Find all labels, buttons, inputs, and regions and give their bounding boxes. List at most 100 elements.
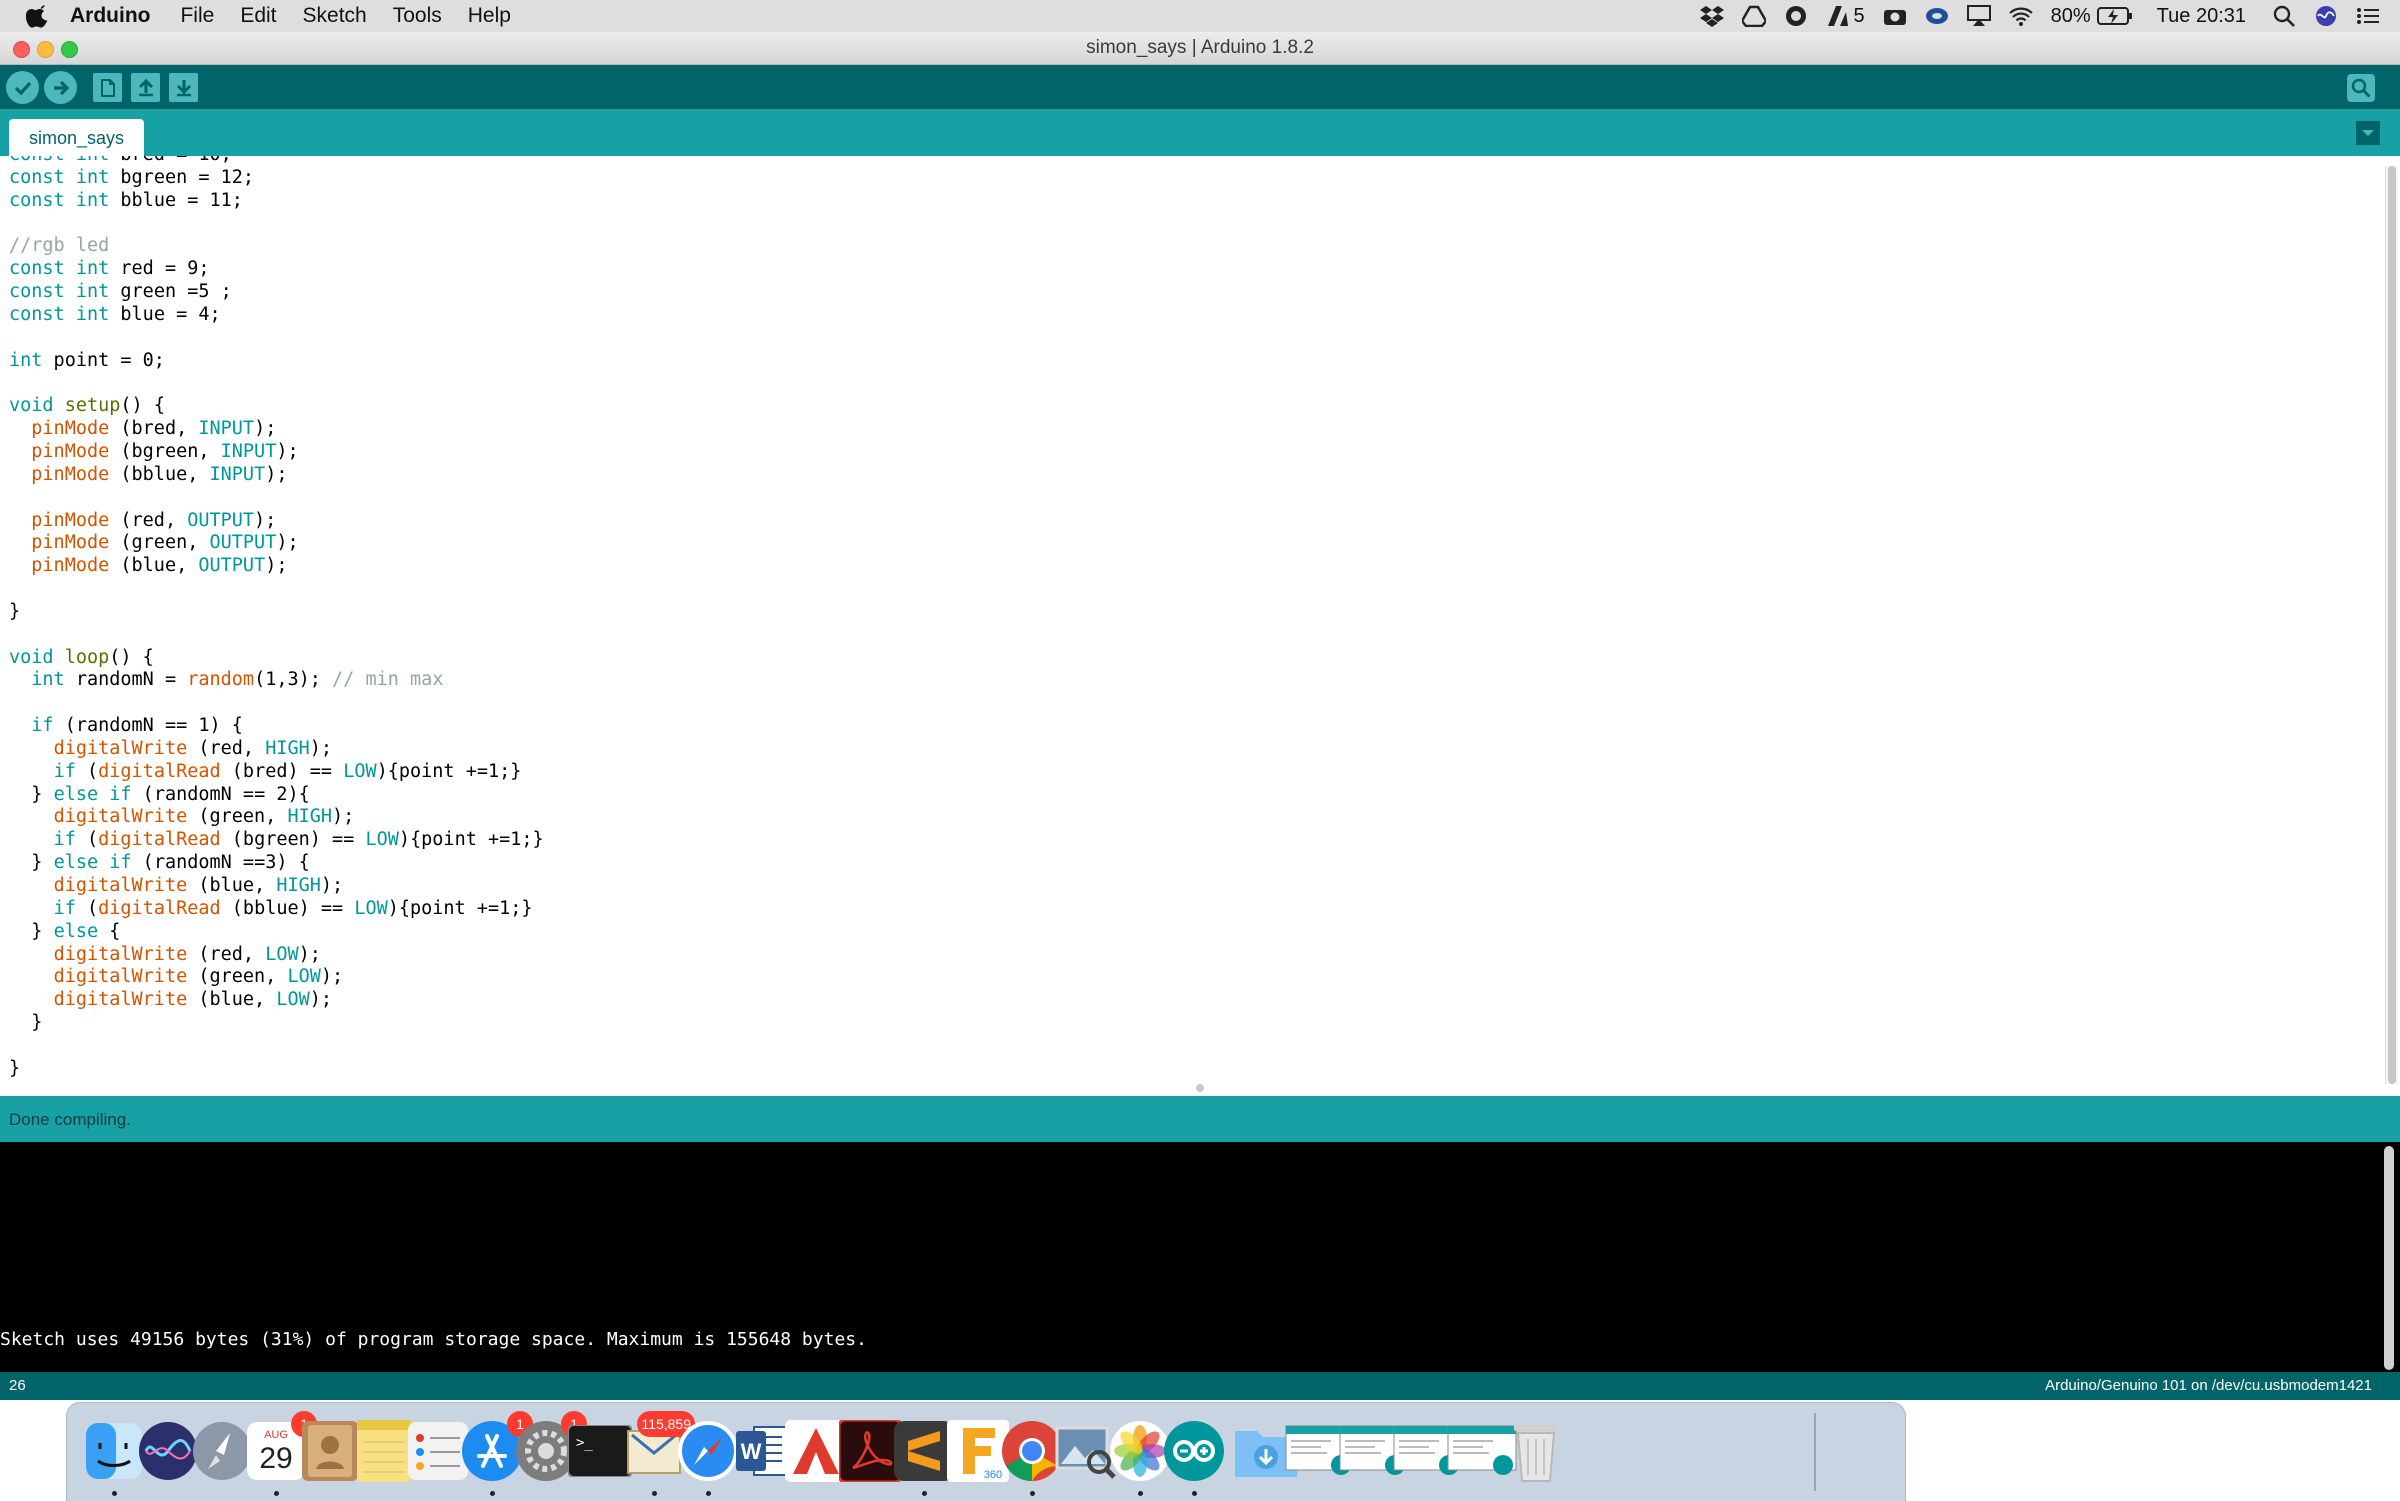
vpn-icon[interactable] xyxy=(1925,5,1949,27)
notification-center-icon[interactable] xyxy=(2356,5,2380,27)
svg-text:W: W xyxy=(741,1439,762,1464)
battery-status[interactable]: 80% xyxy=(2051,5,2133,28)
status-message: Done compiling. xyxy=(0,1096,2400,1142)
menu-bar: Arduino File Edit Sketch Tools Help 5 80… xyxy=(0,0,2400,32)
upload-button[interactable] xyxy=(44,71,77,104)
screen-record-icon[interactable] xyxy=(1784,5,1808,27)
serial-monitor-button[interactable] xyxy=(2346,73,2376,103)
code-line[interactable]: } else if (randomN == 2){ xyxy=(9,784,544,807)
menu-sketch[interactable]: Sketch xyxy=(303,4,367,28)
code-line[interactable]: if (digitalRead (bred) == LOW){point +=1… xyxy=(9,761,544,784)
board-port-info: Arduino/Genuino 101 on /dev/cu.usbmodem1… xyxy=(2045,1377,2372,1394)
open-arrow-icon xyxy=(138,78,153,96)
adobe-cc-icon xyxy=(1827,6,1848,26)
line-number: 26 xyxy=(9,1377,26,1394)
wifi-icon[interactable] xyxy=(2008,5,2033,27)
code-line[interactable]: pinMode (red, OUTPUT); xyxy=(9,510,544,533)
code-line[interactable] xyxy=(9,578,544,601)
siri-status-icon[interactable] xyxy=(2314,5,2338,27)
editor-scrollbar-thumb[interactable] xyxy=(2388,166,2396,1084)
editor-scrollbar[interactable] xyxy=(2385,166,2398,1084)
code-line[interactable]: if (digitalRead (bgreen) == LOW){point +… xyxy=(9,829,544,852)
save-sketch-button[interactable] xyxy=(169,73,198,102)
code-line[interactable] xyxy=(9,213,544,236)
code-line[interactable]: const int bblue = 11; xyxy=(9,190,544,213)
code-line[interactable]: } else { xyxy=(9,921,544,944)
code-line[interactable]: if (randomN == 1) { xyxy=(9,715,544,738)
arduino-dock-item[interactable] xyxy=(1159,1416,1229,1486)
code-line[interactable]: pinMode (bred, INPUT); xyxy=(9,418,544,441)
battery-charging-icon xyxy=(2096,7,2132,25)
code-line[interactable]: pinMode (bblue, INPUT); xyxy=(9,464,544,487)
code-line[interactable] xyxy=(9,327,544,350)
dropbox-icon[interactable] xyxy=(1699,5,1724,27)
code-line[interactable]: digitalWrite (green, HIGH); xyxy=(9,806,544,829)
magnifier-icon xyxy=(2347,74,2375,102)
code-line[interactable]: const int red = 9; xyxy=(9,258,544,281)
dock: AUG29111>_115,859W360 xyxy=(66,1402,1906,1501)
upload-icon xyxy=(53,80,69,95)
running-indicator xyxy=(112,1491,117,1496)
code-line[interactable]: int point = 0; xyxy=(9,350,544,373)
trash-dock-item[interactable] xyxy=(1501,1416,1571,1486)
apple-icon[interactable] xyxy=(26,4,48,28)
tab-simon-says[interactable]: simon_says xyxy=(9,119,144,156)
menu-tools[interactable]: Tools xyxy=(393,4,442,28)
camera-icon[interactable] xyxy=(1883,5,1907,27)
code-line[interactable]: } xyxy=(9,601,544,624)
status-menu-area: 5 80% Tue 20:31 xyxy=(1699,0,2380,32)
menu-help[interactable]: Help xyxy=(468,4,511,28)
code-line[interactable]: void setup() { xyxy=(9,395,544,418)
code-line[interactable]: } xyxy=(9,1012,544,1035)
battery-percent: 80% xyxy=(2050,4,2091,27)
adobe-cc-status[interactable]: 5 xyxy=(1826,5,1865,28)
code-line[interactable]: } else if (randomN ==3) { xyxy=(9,852,544,875)
console-output: Sketch uses 49156 bytes (31%) of program… xyxy=(0,1329,867,1350)
footer-bar: 26 Arduino/Genuino 101 on /dev/cu.usbmod… xyxy=(0,1372,2400,1400)
code-line[interactable] xyxy=(9,372,544,395)
code-line[interactable]: digitalWrite (red, LOW); xyxy=(9,944,544,967)
code-line[interactable]: digitalWrite (red, HIGH); xyxy=(9,738,544,761)
code-line[interactable]: int randomN = random(1,3); // min max xyxy=(9,669,544,692)
code-line[interactable]: const int bgreen = 12; xyxy=(9,167,544,190)
arduino-icon xyxy=(1163,1420,1225,1482)
code-line[interactable]: const int bred = 10; xyxy=(9,156,544,167)
running-indicator xyxy=(1138,1491,1143,1496)
code-line[interactable]: void loop() { xyxy=(9,647,544,670)
code-line[interactable] xyxy=(9,1035,544,1058)
open-sketch-button[interactable] xyxy=(131,73,160,102)
code-line[interactable]: digitalWrite (blue, LOW); xyxy=(9,989,544,1012)
drive-icon[interactable] xyxy=(1741,5,1766,27)
dock-separator xyxy=(1814,1413,1816,1491)
code-line[interactable]: pinMode (blue, OUTPUT); xyxy=(9,555,544,578)
code-line[interactable]: const int blue = 4; xyxy=(9,304,544,327)
code-line[interactable]: if (digitalRead (bblue) == LOW){point +=… xyxy=(9,898,544,921)
airplay-icon[interactable] xyxy=(1966,5,1991,27)
console-panel[interactable]: Sketch uses 49156 bytes (31%) of program… xyxy=(0,1142,2400,1372)
code-line[interactable]: } xyxy=(9,1058,544,1081)
new-sketch-button[interactable] xyxy=(93,73,122,102)
code-editor[interactable]: const int bred = 10;const int bgreen = 1… xyxy=(0,156,2380,1096)
svg-text:>_: >_ xyxy=(576,1435,593,1451)
code-line[interactable]: digitalWrite (green, LOW); xyxy=(9,966,544,989)
console-scrollbar[interactable] xyxy=(2384,1146,2394,1370)
window-title: simon_says | Arduino 1.8.2 xyxy=(1086,37,1314,58)
code-line[interactable]: const int green =5 ; xyxy=(9,281,544,304)
code-line[interactable] xyxy=(9,624,544,647)
tab-menu-button[interactable] xyxy=(2356,121,2380,145)
code-line[interactable]: pinMode (bgreen, INPUT); xyxy=(9,441,544,464)
clock[interactable]: Tue 20:31 xyxy=(2157,5,2246,28)
menu-file[interactable]: File xyxy=(180,4,214,28)
running-indicator xyxy=(652,1491,657,1496)
code-line[interactable]: pinMode (green, OUTPUT); xyxy=(9,532,544,555)
code-line[interactable]: //rgb led xyxy=(9,235,544,258)
code-line[interactable]: digitalWrite (blue, HIGH); xyxy=(9,875,544,898)
menu-edit[interactable]: Edit xyxy=(240,4,276,28)
spotlight-search-icon[interactable] xyxy=(2272,5,2296,27)
code-line[interactable] xyxy=(9,487,544,510)
running-indicator xyxy=(922,1491,927,1496)
pane-splitter-handle[interactable] xyxy=(1196,1084,1204,1092)
verify-button[interactable] xyxy=(6,71,39,104)
code-line[interactable] xyxy=(9,692,544,715)
menu-app-name[interactable]: Arduino xyxy=(70,4,150,28)
